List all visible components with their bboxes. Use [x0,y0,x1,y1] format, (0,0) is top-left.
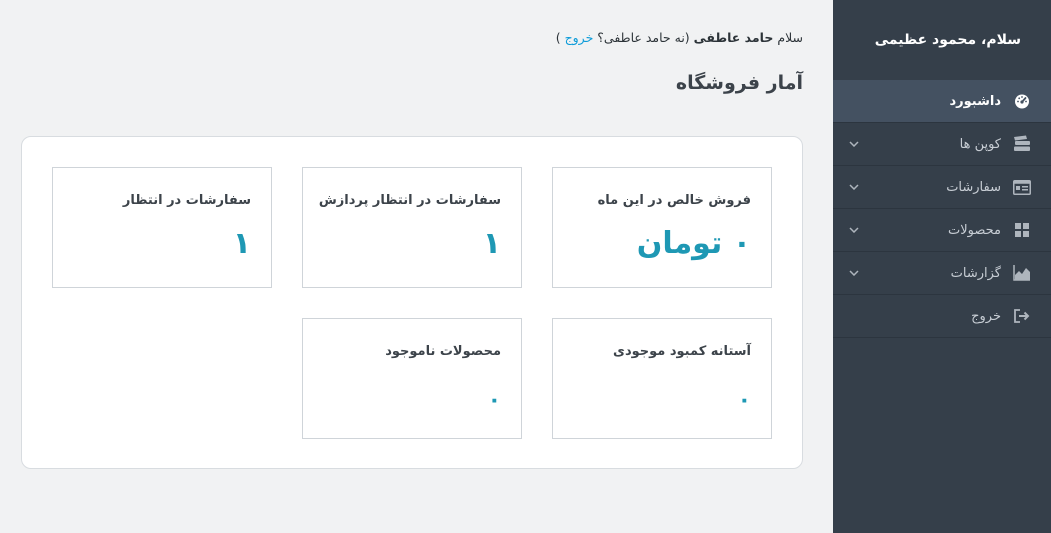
sidebar-item-products[interactable]: محصولات [833,209,1051,252]
stat-card-title: سفارشات در انتظار [122,193,251,208]
stat-card-title: سفارشات در انتظار پردازش [318,193,501,208]
stat-card-title: فروش خالص در این ماه [597,193,751,208]
stat-card-low-stock[interactable]: آستانه کمبود موجودی ۰ [552,318,772,439]
sidebar-item-label: داشبورد [949,93,1001,109]
not-you-text: (نه حامد عاطفی؟ [597,30,690,45]
header-greeting: سلام حامد عاطفی (نه حامد عاطفی؟ خروج ) [556,30,803,45]
stat-card-out-of-stock[interactable]: محصولات ناموجود ۰ [302,318,522,439]
stat-card-value: ۰ تومان [636,226,751,261]
products-grid-icon [1011,221,1033,239]
stat-card-value: ۱ [232,226,251,261]
sidebar-user-greeting: سلام، محمود عظیمی [874,32,1021,48]
logout-icon [1011,307,1033,325]
sidebar-item-label: گزارشات [950,265,1001,281]
stat-card-value: ۰ [487,388,501,413]
sidebar-item-label: کوپن ها [959,136,1001,152]
stat-card-value: ۰ [737,388,751,413]
sidebar-item-reports[interactable]: گزارشات [833,252,1051,295]
sidebar-item-coupons[interactable]: کوپن ها [833,123,1051,166]
reports-chart-icon [1011,264,1033,282]
main-content: سلام حامد عاطفی (نه حامد عاطفی؟ خروج ) آ… [0,0,833,533]
page-title: آمار فروشگاه [675,72,803,94]
sidebar-item-orders[interactable]: سفارشات [833,166,1051,209]
stats-panel: فروش خالص در این ماه ۰ تومان سفارشات در … [21,136,803,469]
chevron-down-icon [847,266,861,280]
sidebar-item-label: سفارشات [946,179,1001,195]
greeting-prefix: سلام [777,30,803,45]
dashboard-gauge-icon [1011,92,1033,110]
not-you-suffix: ) [555,30,561,45]
stat-card-net-sales: فروش خالص در این ماه ۰ تومان [552,167,772,288]
sidebar: سلام، محمود عظیمی داشبورد کوپن ها سفارشا… [833,0,1051,533]
header-logout-link[interactable]: خروج [565,30,594,45]
stat-card-title: آستانه کمبود موجودی [613,344,751,359]
stat-card-title: محصولات ناموجود [385,344,501,359]
stat-card-processing-orders[interactable]: سفارشات در انتظار پردازش ۱ [302,167,522,288]
sidebar-item-label: محصولات [948,222,1001,238]
chevron-down-icon [847,180,861,194]
sidebar-item-dashboard[interactable]: داشبورد [833,80,1051,123]
orders-list-icon [1011,178,1033,196]
stat-card-pending-orders[interactable]: سفارشات در انتظار ۱ [52,167,272,288]
coupons-tickets-icon [1011,135,1033,153]
greeting-user-name: حامد عاطفی [693,30,774,45]
sidebar-menu: داشبورد کوپن ها سفارشات محصولات گزارشات … [833,80,1051,338]
stat-card-value: ۱ [482,226,501,261]
sidebar-item-logout[interactable]: خروج [833,295,1051,338]
chevron-down-icon [847,137,861,151]
chevron-down-icon [847,223,861,237]
sidebar-item-label: خروج [971,308,1001,324]
